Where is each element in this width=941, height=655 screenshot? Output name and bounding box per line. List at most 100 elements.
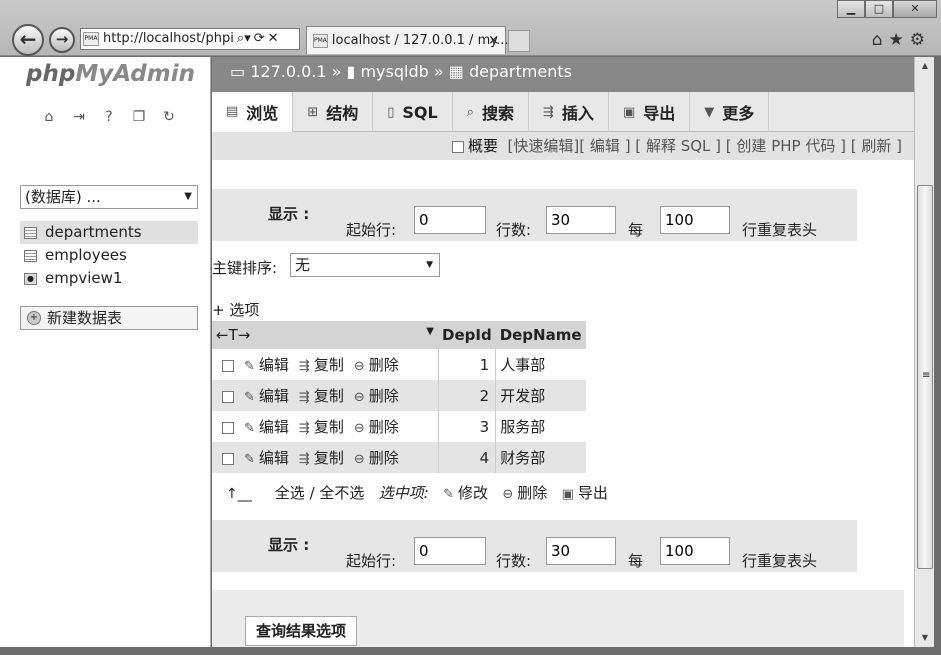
repeat-header-input-bottom[interactable] [660, 537, 730, 565]
row-checkbox[interactable] [222, 359, 234, 372]
repeat-header-input[interactable] [660, 206, 730, 234]
uncheck-all-link[interactable]: / 全不选 [310, 484, 365, 502]
copy-icon: ⇶ [298, 359, 310, 374]
new-tab-button[interactable] [508, 30, 530, 52]
help-icon[interactable]: ? [100, 109, 118, 127]
main-tabs: ▤ 浏览 ⊞ 结构 ▯ SQL ⌕ 搜索 ⇶ 插入 ▣ 导出 ▼ 更多 [212, 92, 914, 132]
edit-row-link[interactable]: ✎ 编辑 [244, 385, 289, 406]
table-row: ✎ 编辑 ⇶ 复制 ⊖ 删除 1 人事部 [212, 349, 586, 380]
tab-structure[interactable]: ⊞ 结构 [293, 92, 374, 132]
home-icon[interactable]: ⌂ [40, 109, 58, 127]
docs-icon[interactable]: ❐ [130, 109, 148, 127]
browse-icon: ▤ [226, 104, 239, 119]
delete-row-link[interactable]: ⊖ 删除 [354, 385, 399, 406]
chevron-down-icon: ▼ [184, 191, 192, 202]
start-row-input[interactable] [414, 206, 486, 234]
rows-input[interactable] [546, 206, 616, 234]
tab-insert[interactable]: ⇶ 插入 [529, 92, 609, 132]
edit-row-link[interactable]: ✎ 编辑 [244, 447, 289, 468]
close-window-icon[interactable]: ✕ [893, 0, 937, 18]
search-dropdown-icon[interactable]: ⌕▾ [237, 29, 251, 49]
tab-search[interactable]: ⌕ 搜索 [453, 92, 530, 132]
table-icon [24, 226, 37, 239]
table-icon [24, 249, 37, 262]
refresh-icon[interactable]: ⟳ [254, 29, 265, 49]
chevron-down-icon[interactable]: ▼ [426, 326, 434, 337]
explain-sql-link[interactable]: 解释 SQL [646, 137, 710, 155]
delete-row-link[interactable]: ⊖ 删除 [354, 447, 399, 468]
pencil-icon: ✎ [244, 359, 255, 374]
rows-input-bottom[interactable] [546, 537, 616, 565]
address-bar[interactable]: PMA http://localhost/phpi ⌕▾ ⟳ ✕ [80, 28, 300, 50]
start-row-input-bottom[interactable] [414, 537, 486, 565]
tab-sql[interactable]: ▯ SQL [373, 92, 453, 132]
phpmyadmin-logo[interactable]: phpMyAdmin [26, 61, 195, 87]
home-icon[interactable]: ⌂ [872, 30, 889, 50]
tab-export[interactable]: ▣ 导出 [609, 92, 691, 132]
copy-row-link[interactable]: ⇶ 复制 [299, 354, 344, 375]
favorites-star-icon[interactable]: ★ [889, 30, 910, 50]
row-checkbox[interactable] [222, 390, 234, 403]
bulk-export-button[interactable]: ▣ 导出 [562, 484, 608, 502]
options-toggle[interactable]: + 选项 [212, 299, 259, 320]
create-php-link[interactable]: 创建 PHP 代码 [736, 137, 835, 155]
bulk-change-button[interactable]: ✎ 修改 [443, 484, 488, 502]
copy-row-link[interactable]: ⇶ 复制 [299, 385, 344, 406]
tab-close-icon[interactable]: × [488, 27, 499, 55]
check-all-link[interactable]: 全选 [275, 484, 305, 502]
delete-row-link[interactable]: ⊖ 删除 [354, 354, 399, 375]
scrollbar-thumb[interactable]: ≡ [917, 185, 933, 569]
cell-depid: 4 [437, 442, 496, 473]
forward-arrow-icon[interactable]: → [49, 27, 75, 53]
row-checkbox[interactable] [222, 452, 234, 465]
query-results-options-legend[interactable]: 查询结果选项 [245, 616, 358, 646]
tab-browse[interactable]: ▤ 浏览 [212, 92, 294, 132]
settings-gear-icon[interactable]: ⚙ [910, 30, 931, 50]
navigation-panel: phpMyAdmin ⌂ ⇥ ? ❐ ↻ (数据库) ... ▼ departm… [0, 57, 211, 647]
stop-icon[interactable]: ✕ [268, 29, 279, 49]
column-arrows-header: ←T→ ▼ [212, 321, 438, 349]
column-header-depid[interactable]: DepId [438, 321, 496, 349]
table-row: ✎ 编辑 ⇶ 复制 ⊖ 删除 3 服务部 [212, 411, 586, 442]
copy-icon: ⇶ [298, 452, 310, 467]
scroll-up-icon[interactable]: ▲ [915, 57, 935, 75]
sidebar-item-employees[interactable]: employees [20, 244, 198, 267]
vertical-scrollbar[interactable]: ▲ ≡ ▼ [914, 57, 934, 647]
tab-more[interactable]: ▼ 更多 [690, 92, 770, 132]
inline-edit-link[interactable]: 快速编辑 [513, 137, 573, 155]
arrow-up-left-icon: ↑__ [226, 486, 252, 502]
copy-row-link[interactable]: ⇶ 复制 [299, 416, 344, 437]
row-checkbox[interactable] [222, 421, 234, 434]
pencil-icon: ✎ [244, 452, 255, 467]
refresh-link[interactable]: 刷新 [861, 137, 891, 155]
back-arrow-icon[interactable]: ← [12, 24, 44, 56]
copy-row-link[interactable]: ⇶ 复制 [299, 447, 344, 468]
edit-row-link[interactable]: ✎ 编辑 [244, 416, 289, 437]
profiling-checkbox[interactable] [452, 140, 464, 153]
browser-tab[interactable]: PMA localhost / 127.0.0.1 / my... × [306, 26, 509, 55]
query-results-options: 查询结果选项 [212, 590, 904, 647]
bulk-actions: ↑__ 全选 / 全不选 选中项: ✎ 修改 ⊖ 删除 ▣ 导出 [226, 482, 608, 503]
sort-select[interactable]: 无 ▼ [290, 253, 440, 277]
main-content: ▭ 127.0.0.1 » ▮ mysqldb » ▦ departments … [212, 57, 914, 647]
minimize-icon[interactable]: ▁ [837, 0, 865, 18]
breadcrumb-table[interactable]: departments [469, 62, 572, 81]
bulk-delete-button[interactable]: ⊖ 删除 [502, 484, 547, 502]
database-select[interactable]: (数据库) ... ▼ [20, 185, 198, 209]
breadcrumb-server[interactable]: 127.0.0.1 [250, 62, 326, 81]
edit-row-link[interactable]: ✎ 编辑 [244, 354, 289, 375]
sidebar-item-departments[interactable]: departments [20, 221, 198, 244]
tab-favicon-icon: PMA [313, 33, 328, 48]
reload-icon[interactable]: ↻ [160, 109, 178, 127]
edit-link[interactable]: 编辑 [590, 137, 620, 155]
tab-title: localhost / 127.0.0.1 / my... [331, 32, 509, 48]
sidebar-item-empview1[interactable]: ● empview1 [20, 267, 198, 290]
maximize-icon[interactable]: □ [865, 0, 893, 18]
scroll-down-icon[interactable]: ▼ [915, 629, 935, 647]
new-table-button[interactable]: + 新建数据表 [20, 306, 198, 330]
logout-icon[interactable]: ⇥ [70, 109, 88, 127]
column-header-depname[interactable]: DepName [495, 321, 586, 349]
sort-row: 主键排序: 无 ▼ [212, 253, 440, 278]
delete-row-link[interactable]: ⊖ 删除 [354, 416, 399, 437]
breadcrumb-database[interactable]: mysqldb [360, 62, 428, 81]
